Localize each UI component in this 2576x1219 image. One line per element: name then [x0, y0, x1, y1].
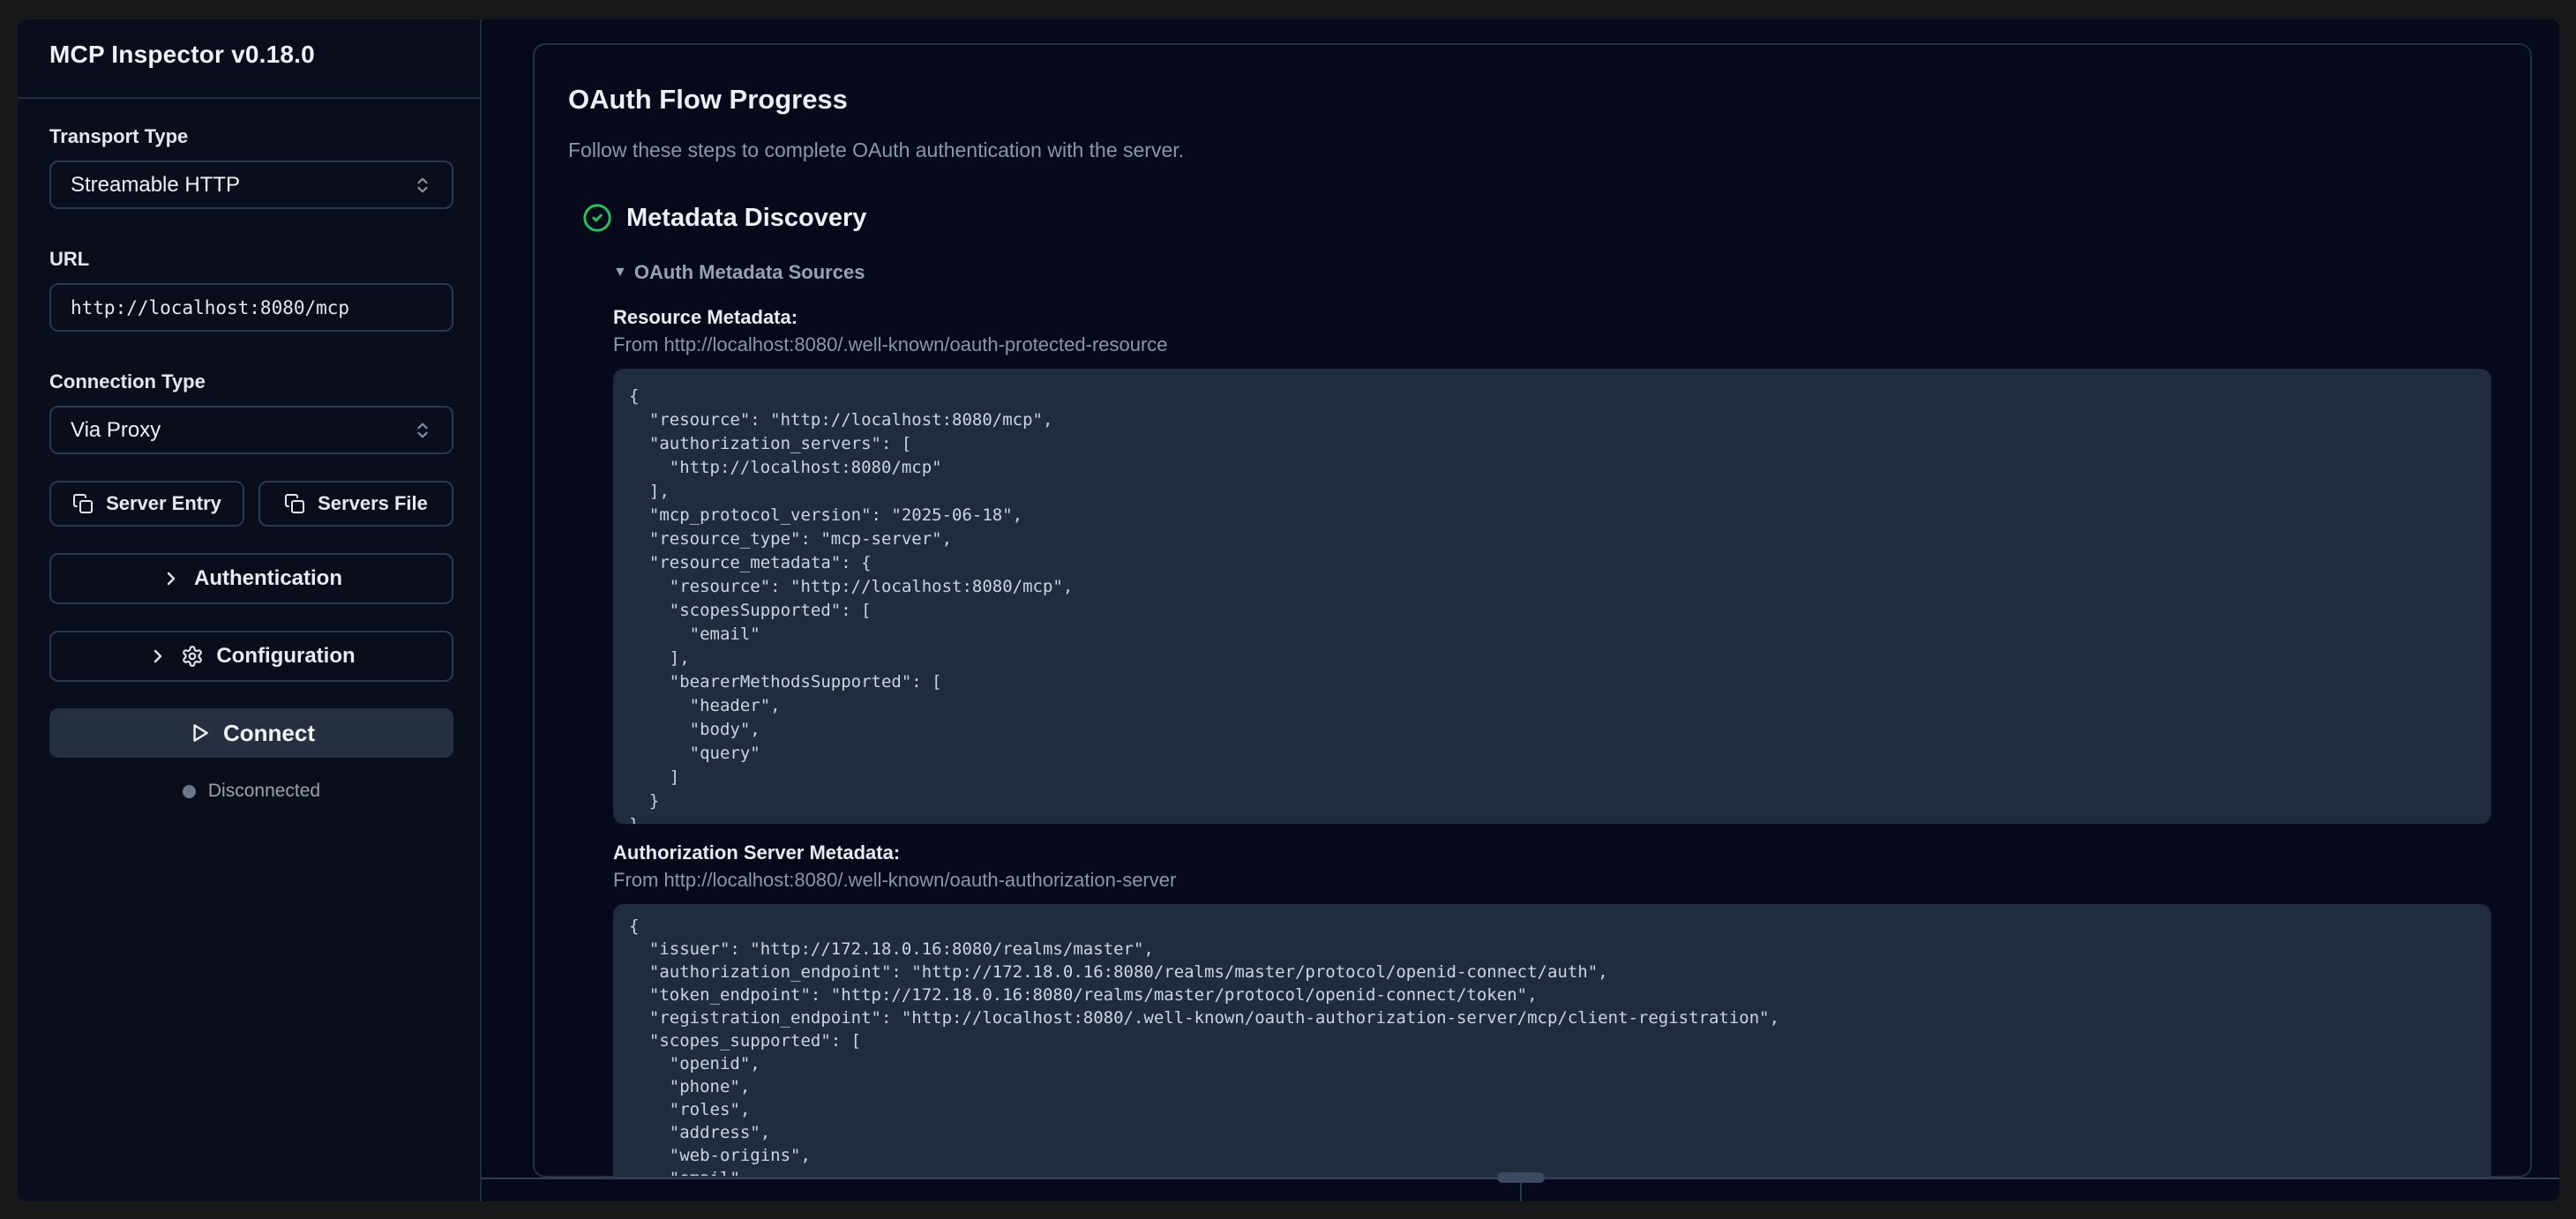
copy-icon — [284, 493, 305, 514]
gear-icon — [181, 645, 204, 668]
authentication-button[interactable]: Authentication — [49, 553, 453, 604]
authorization-server-metadata-source: From http://localhost:8080/.well-known/o… — [613, 869, 2491, 892]
connect-button[interactable]: Connect — [49, 708, 453, 758]
status-text: Disconnected — [208, 781, 320, 802]
authorization-server-metadata-json: { "issuer": "http://172.18.0.16:8080/rea… — [613, 904, 2491, 1178]
app-title: MCP Inspector v0.18.0 — [49, 41, 480, 69]
connect-label: Connect — [223, 720, 315, 747]
server-entry-label: Server Entry — [106, 492, 221, 515]
configuration-label: Configuration — [216, 644, 355, 669]
url-label: URL — [49, 248, 453, 271]
configuration-button[interactable]: Configuration — [49, 631, 453, 682]
resource-metadata-json: { "resource": "http://localhost:8080/mcp… — [613, 369, 2491, 824]
chevrons-up-down-icon — [413, 421, 432, 440]
transport-type-value: Streamable HTTP — [71, 173, 240, 198]
check-circle-icon — [582, 203, 612, 233]
oauth-metadata-sources-toggle[interactable]: ▼ OAuth Metadata Sources — [613, 260, 2491, 285]
sidebar: MCP Inspector v0.18.0 Transport Type Str… — [18, 19, 482, 1201]
server-config-buttons: Server Entry Servers File — [49, 481, 453, 527]
oauth-flow-panel: OAuth Flow Progress Follow these steps t… — [533, 43, 2532, 1178]
disclosure-triangle-icon: ▼ — [613, 265, 627, 280]
resource-metadata-source: From http://localhost:8080/.well-known/o… — [613, 333, 2491, 356]
status-dot-icon — [183, 785, 196, 798]
server-entry-button[interactable]: Server Entry — [49, 481, 244, 527]
oauth-metadata-sources-label: OAuth Metadata Sources — [634, 261, 865, 284]
main-area: OAuth Flow Progress Follow these steps t… — [482, 19, 2559, 1201]
connection-type-label: Connection Type — [49, 370, 453, 393]
copy-icon — [72, 493, 94, 514]
step-title: Metadata Discovery — [626, 204, 866, 233]
app-window: MCP Inspector v0.18.0 Transport Type Str… — [18, 19, 2559, 1201]
chevrons-up-down-icon — [413, 176, 432, 195]
step-metadata-discovery: Metadata Discovery ▼ OAuth Metadata Sour… — [568, 202, 2491, 1178]
authentication-label: Authentication — [194, 566, 342, 591]
panel-resize-stem — [1520, 1183, 1522, 1201]
step-body: ▼ OAuth Metadata Sources Resource Metada… — [613, 260, 2491, 1178]
resource-metadata-heading: Resource Metadata: — [613, 306, 2491, 329]
transport-type-select[interactable]: Streamable HTTP — [49, 161, 453, 209]
chevron-right-icon — [147, 646, 168, 667]
page-subtitle: Follow these steps to complete OAuth aut… — [568, 137, 2491, 163]
panel-resize-handle[interactable] — [1497, 1172, 1545, 1183]
connection-status: Disconnected — [49, 781, 453, 802]
connection-type-select[interactable]: Via Proxy — [49, 406, 453, 454]
play-icon — [188, 722, 211, 744]
chevron-right-icon — [161, 568, 182, 589]
url-field-wrapper — [49, 283, 453, 332]
authorization-server-metadata-heading: Authorization Server Metadata: — [613, 841, 2491, 864]
url-input[interactable] — [71, 297, 432, 318]
servers-file-button[interactable]: Servers File — [258, 481, 453, 527]
sidebar-body: Transport Type Streamable HTTP URL Conne… — [18, 99, 480, 802]
transport-type-label: Transport Type — [49, 125, 453, 148]
sidebar-header: MCP Inspector v0.18.0 — [18, 19, 480, 99]
page-title: OAuth Flow Progress — [568, 84, 2491, 116]
step-header: Metadata Discovery — [582, 202, 2491, 234]
servers-file-label: Servers File — [318, 492, 428, 515]
connection-type-value: Via Proxy — [71, 418, 161, 443]
